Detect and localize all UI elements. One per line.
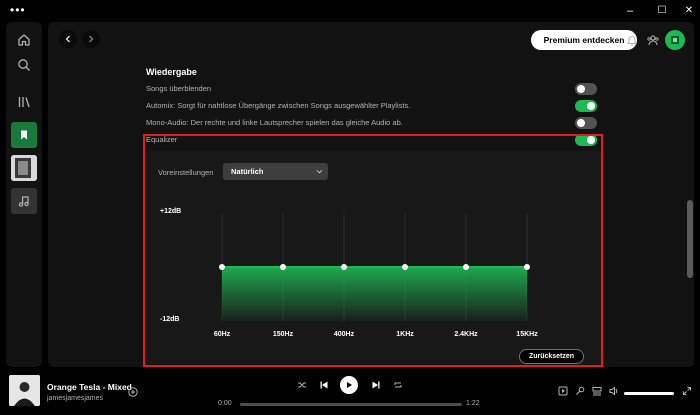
scrollbar-thumb[interactable]	[687, 200, 693, 278]
music-note-icon	[18, 196, 29, 207]
mono-audio-toggle[interactable]	[575, 117, 597, 129]
toggle-knob	[577, 119, 585, 127]
eq-band-handle-60Hz[interactable]	[219, 264, 225, 270]
freq-label-400Hz: 400Hz	[333, 331, 355, 338]
queue-button[interactable]	[592, 386, 602, 396]
cover-art-icon	[9, 375, 40, 406]
maximize-button[interactable]: ☐	[655, 4, 669, 18]
fullscreen-icon	[683, 387, 691, 395]
menu-dots-icon[interactable]: •••	[10, 4, 26, 16]
eq-band-handle-150Hz[interactable]	[280, 264, 286, 270]
setting-label-equalizer: Equalizer	[146, 135, 178, 144]
bookmark-icon	[21, 130, 27, 140]
premium-button[interactable]: Premium entdecken	[531, 30, 637, 50]
equalizer-chart[interactable]	[146, 151, 601, 331]
queue-icon	[592, 387, 602, 396]
eq-band-handle-400Hz[interactable]	[341, 264, 347, 270]
automix-toggle[interactable]	[575, 100, 597, 112]
play-icon	[347, 382, 352, 388]
freq-label-60Hz: 60Hz	[213, 331, 231, 338]
sidebar	[6, 22, 42, 367]
setting-label-mono-audio: Mono-Audio: Der rechte und linke Lautspr…	[146, 118, 403, 127]
previous-button[interactable]	[319, 380, 329, 390]
freq-label-2.4KHz: 2.4KHz	[454, 331, 478, 338]
skip-forward-icon	[372, 381, 380, 389]
eq-band-handle-2.4KHz[interactable]	[463, 264, 469, 270]
time-elapsed: 0:00	[218, 400, 232, 407]
title-bar: ••• – ☐ ✕	[0, 0, 700, 22]
equalizer-curve-fill	[222, 267, 527, 321]
now-playing-icon	[558, 386, 568, 396]
section-title: Wiedergabe	[146, 67, 197, 77]
repeat-icon	[394, 382, 402, 388]
crossfade-toggle[interactable]	[575, 83, 597, 95]
repeat-button[interactable]	[393, 380, 403, 390]
now-playing-view-button[interactable]	[558, 386, 568, 396]
bell-icon[interactable]	[624, 32, 640, 48]
lyrics-button[interactable]	[575, 386, 585, 396]
shuffle-icon	[298, 382, 306, 388]
equalizer-toggle[interactable]	[575, 134, 597, 146]
album-art-icon	[11, 155, 37, 181]
progress-bar[interactable]	[240, 403, 462, 406]
volume-fill	[624, 392, 674, 395]
skip-back-icon	[320, 381, 328, 389]
track-title[interactable]: Orange Tesla - Mixed	[47, 382, 132, 392]
volume-icon	[609, 386, 618, 396]
playlist-cover-tile[interactable]	[11, 155, 37, 181]
microphone-icon	[576, 386, 585, 395]
setting-label-automix: Automix: Sorgt für nahtlose Übergänge zw…	[146, 101, 411, 110]
freq-label-15KHz: 15KHz	[516, 331, 538, 338]
time-total: 1:22	[466, 400, 480, 407]
minimize-button[interactable]: –	[623, 4, 637, 18]
library-icon[interactable]	[12, 90, 36, 114]
eq-band-handle-15KHz[interactable]	[524, 264, 530, 270]
next-button[interactable]	[371, 380, 381, 390]
home-icon[interactable]	[12, 28, 36, 52]
toggle-knob	[577, 85, 585, 93]
settings-panel: Premium entdecken Wiedergabe Songs überb…	[48, 22, 694, 367]
volume-slider[interactable]	[624, 392, 674, 395]
plus-circle-icon	[128, 387, 138, 397]
add-to-library-button[interactable]	[128, 387, 138, 397]
search-icon[interactable]	[12, 53, 36, 77]
setting-label-crossfade: Songs überblenden	[146, 84, 212, 93]
play-button[interactable]	[340, 376, 358, 394]
close-button[interactable]: ✕	[682, 4, 696, 18]
equalizer-panel: Voreinstellungen Natürlich ⌵ +12dB -12dB	[146, 151, 601, 364]
liked-songs-tile[interactable]	[11, 122, 37, 148]
track-artist[interactable]: jamesjamesjames	[47, 395, 103, 402]
volume-button[interactable]	[609, 386, 619, 396]
chevron-right-icon	[89, 35, 94, 43]
now-playing-cover[interactable]	[9, 375, 40, 406]
avatar[interactable]	[665, 30, 685, 50]
friend-activity-icon[interactable]	[645, 32, 661, 48]
freq-label-150Hz: 150Hz	[272, 331, 294, 338]
freq-label-1KHz: 1KHz	[396, 331, 414, 338]
toggle-knob	[587, 136, 595, 144]
chevron-left-icon	[65, 35, 70, 43]
shuffle-button[interactable]	[297, 380, 307, 390]
spotify-app: ••• – ☐ ✕ Premium entdecken Wiedergabe S…	[0, 0, 700, 415]
local-files-tile[interactable]	[11, 188, 37, 214]
fullscreen-button[interactable]	[682, 386, 692, 396]
eq-band-handle-1KHz[interactable]	[402, 264, 408, 270]
toggle-knob	[587, 102, 595, 110]
user-avatar-icon	[671, 36, 679, 44]
forward-button[interactable]	[82, 30, 100, 48]
back-button[interactable]	[59, 30, 77, 48]
player-bar: Orange Tesla - Mixed jamesjamesjames 0:0…	[0, 370, 700, 415]
reset-button[interactable]: Zurücksetzen	[519, 349, 584, 364]
